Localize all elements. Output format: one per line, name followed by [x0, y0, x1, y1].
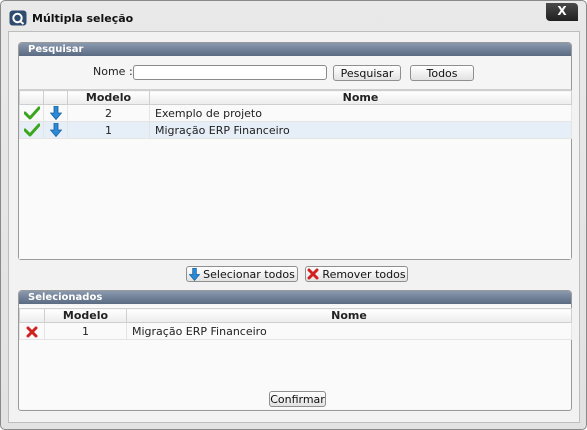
selected-table: Modelo Nome 1 Migração ERP Financeiro	[19, 308, 572, 340]
cell-modelo: 1	[67, 121, 150, 139]
remove-all-button[interactable]: Remover todos	[305, 266, 408, 282]
cell-nome: Migração ERP Financeiro	[126, 322, 572, 340]
all-button[interactable]: Todos	[410, 65, 474, 81]
col-modelo[interactable]: Modelo	[67, 90, 150, 105]
results-table: Modelo Nome 2 Exemplo de projeto 1 Migra…	[19, 90, 572, 139]
col-add	[43, 90, 68, 105]
title-bar[interactable]: Múltipla seleção X	[1, 1, 586, 31]
search-panel-header: Pesquisar	[19, 43, 571, 56]
results-header-row: Modelo Nome	[19, 90, 572, 105]
arrow-down-icon[interactable]	[49, 106, 62, 120]
select-all-label: Selecionar todos	[203, 268, 295, 281]
cell-nome: Migração ERP Financeiro	[149, 121, 572, 139]
col-nome[interactable]: Nome	[149, 90, 572, 105]
cell-nome: Exemplo de projeto	[149, 104, 572, 122]
table-row[interactable]: 1 Migração ERP Financeiro	[19, 322, 572, 340]
cell-modelo: 1	[44, 322, 127, 340]
col-remove	[19, 308, 45, 323]
selected-check-cell	[19, 121, 44, 139]
confirm-button[interactable]: Confirmar	[269, 391, 326, 407]
dialog-body: Pesquisar Nome : Pesquisar Todos Modelo …	[8, 31, 580, 423]
check-icon	[23, 106, 40, 120]
search-panel: Pesquisar Nome : Pesquisar Todos Modelo …	[18, 42, 572, 260]
select-all-button[interactable]: Selecionar todos	[186, 266, 298, 282]
remove-cell[interactable]	[19, 322, 45, 340]
remove-all-label: Remover todos	[322, 268, 406, 281]
table-row[interactable]: 1 Migração ERP Financeiro	[19, 121, 572, 139]
selected-header-row: Modelo Nome	[19, 308, 572, 323]
window-title: Múltipla seleção	[32, 12, 134, 25]
search-button[interactable]: Pesquisar	[333, 65, 401, 81]
app-icon	[9, 10, 27, 26]
remove-icon[interactable]	[26, 326, 38, 338]
close-icon: X	[557, 4, 567, 18]
arrow-down-icon[interactable]	[49, 123, 62, 137]
col-nome[interactable]: Nome	[126, 308, 572, 323]
selected-panel: Selecionados Modelo Nome 1 Migração ERP …	[18, 290, 572, 411]
selected-panel-header: Selecionados	[19, 291, 571, 304]
col-modelo[interactable]: Modelo	[44, 308, 127, 323]
add-cell[interactable]	[43, 121, 68, 139]
arrow-down-icon	[188, 267, 201, 281]
check-icon	[23, 123, 40, 137]
cell-modelo: 2	[67, 104, 150, 122]
selected-table-area: Modelo Nome 1 Migração ERP Financeiro Co…	[19, 306, 572, 409]
remove-icon	[307, 268, 319, 280]
add-cell[interactable]	[43, 104, 68, 122]
name-search-input[interactable]	[133, 65, 327, 80]
close-button[interactable]: X	[546, 3, 578, 21]
dialog-window: Múltipla seleção X Pesquisar Nome : Pesq…	[0, 0, 587, 430]
table-row[interactable]: 2 Exemplo de projeto	[19, 104, 572, 122]
col-check	[19, 90, 44, 105]
results-table-area: Modelo Nome 2 Exemplo de projeto 1 Migra…	[19, 89, 572, 259]
selected-check-cell	[19, 104, 44, 122]
name-label: Nome :	[93, 65, 133, 78]
